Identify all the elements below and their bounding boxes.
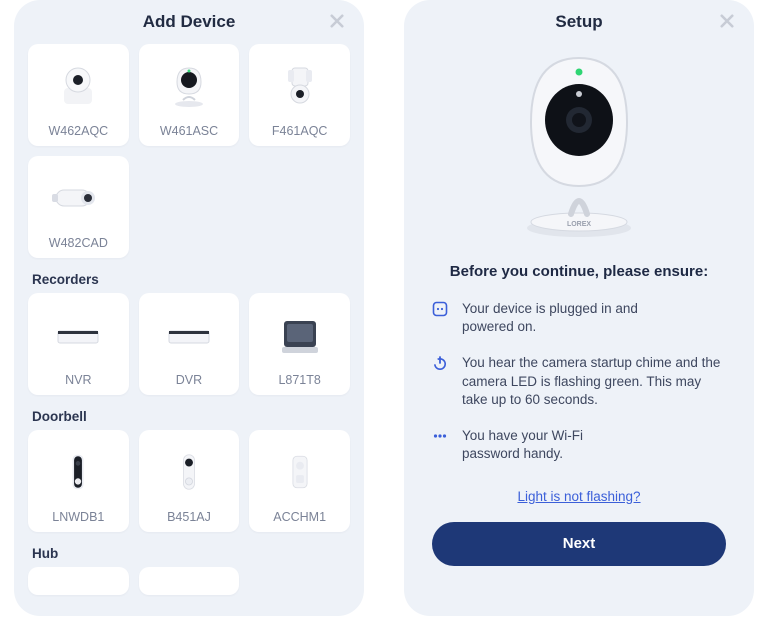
setup-screen: Setup LOREX Before you continue, please … — [404, 0, 754, 616]
svg-text:LOREX: LOREX — [567, 221, 591, 228]
add-device-screen: Add Device W462AQC W461ASC — [14, 0, 364, 616]
check-text: You have your Wi-Fi password handy. — [462, 427, 642, 463]
dots-icon — [432, 427, 462, 444]
device-card[interactable]: ACCHM1 — [249, 430, 350, 532]
header: Setup — [404, 0, 754, 44]
device-label: DVR — [176, 369, 202, 387]
device-card[interactable] — [139, 567, 240, 595]
device-card[interactable]: LNWDB1 — [28, 430, 129, 532]
device-card[interactable]: W462AQC — [28, 44, 129, 146]
device-label: LNWDB1 — [52, 506, 104, 524]
device-label: W462AQC — [48, 120, 108, 138]
close-icon — [720, 14, 734, 28]
device-grid: NVR DVR L871T8 — [28, 293, 350, 395]
check-text: Your device is plugged in and powered on… — [462, 300, 682, 336]
pt-camera-icon — [36, 52, 121, 120]
device-grid — [28, 567, 350, 595]
device-label: W461ASC — [160, 120, 218, 138]
chime-icon — [257, 438, 342, 506]
doorbell-white-icon — [147, 438, 232, 506]
device-card[interactable]: NVR — [28, 293, 129, 395]
device-card[interactable] — [28, 567, 129, 595]
device-label: F461AQC — [272, 120, 328, 138]
check-text: You hear the camera startup chime and th… — [462, 354, 726, 409]
section-title: Recorders — [32, 272, 350, 287]
close-button[interactable] — [714, 8, 740, 34]
device-grid: W462AQC W461ASC F461AQC — [28, 44, 350, 146]
section-title: Doorbell — [32, 409, 350, 424]
bullet-camera-icon — [36, 164, 121, 232]
nvr-icon — [36, 301, 121, 369]
indoor-camera-large-icon: LOREX — [509, 50, 649, 245]
indoor-camera-icon — [147, 52, 232, 120]
close-icon — [330, 14, 344, 28]
help-link-row: Light is not flashing? — [517, 488, 640, 506]
dvr-icon — [147, 301, 232, 369]
device-label: ACCHM1 — [273, 506, 326, 524]
monitor-recorder-icon — [257, 301, 342, 369]
check-row: You have your Wi-Fi password handy. — [432, 427, 726, 463]
check-row: You hear the camera startup chime and th… — [432, 354, 726, 409]
device-card[interactable]: W461ASC — [139, 44, 240, 146]
section-title: Hub — [32, 546, 350, 561]
page-title: Add Device — [143, 12, 236, 32]
power-icon — [432, 354, 462, 371]
device-card[interactable]: DVR — [139, 293, 240, 395]
device-label: W482CAD — [49, 232, 108, 250]
device-grid: W482CAD — [28, 156, 350, 258]
device-grid: LNWDB1 B451AJ ACCHM1 — [28, 430, 350, 532]
floodlight-camera-icon — [257, 52, 342, 120]
next-button[interactable]: Next — [432, 522, 726, 566]
light-not-flashing-link[interactable]: Light is not flashing? — [517, 489, 640, 504]
ensure-title: Before you continue, please ensure: — [450, 263, 708, 280]
check-row: Your device is plugged in and powered on… — [432, 300, 726, 336]
header: Add Device — [14, 0, 364, 44]
device-card[interactable]: L871T8 — [249, 293, 350, 395]
device-list: W462AQC W461ASC F461AQC W482CAD — [14, 44, 364, 616]
device-card[interactable]: B451AJ — [139, 430, 240, 532]
device-card[interactable]: F461AQC — [249, 44, 350, 146]
doorbell-black-icon — [36, 438, 121, 506]
setup-body: LOREX Before you continue, please ensure… — [404, 44, 754, 566]
close-button[interactable] — [324, 8, 350, 34]
page-title: Setup — [555, 12, 602, 32]
device-card[interactable]: W482CAD — [28, 156, 129, 258]
plug-icon — [432, 300, 462, 317]
device-label: L871T8 — [278, 369, 320, 387]
device-label: B451AJ — [167, 506, 211, 524]
device-label: NVR — [65, 369, 91, 387]
